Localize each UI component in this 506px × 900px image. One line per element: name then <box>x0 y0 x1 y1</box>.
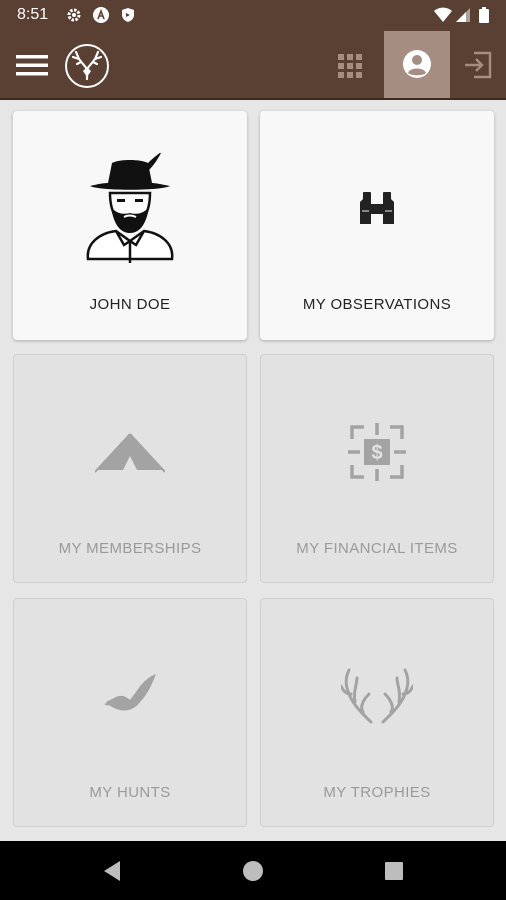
wifi-icon <box>434 7 452 22</box>
tile-john-doe[interactable]: JOHN DOE <box>13 111 247 340</box>
logout-icon[interactable] <box>462 49 494 81</box>
signal-icon <box>456 8 470 22</box>
tile-my-trophies[interactable]: MY TROPHIES <box>260 598 494 827</box>
apps-grid-icon[interactable] <box>335 51 365 81</box>
tent-icon <box>95 433 165 473</box>
binoculars-icon <box>360 192 394 224</box>
a-icon <box>93 7 109 23</box>
shield-icon <box>122 8 134 22</box>
app-bar-divider <box>0 98 506 100</box>
tile-label: MY MEMBERSHIPS <box>58 540 202 557</box>
tile-label: MY HUNTS <box>89 784 171 801</box>
tile-my-hunts[interactable]: MY HUNTS <box>13 598 247 827</box>
profile-tab[interactable] <box>384 31 450 99</box>
svg-text:$: $ <box>371 442 382 464</box>
tile-my-memberships[interactable]: MY MEMBERSHIPS <box>13 354 247 583</box>
back-icon[interactable] <box>100 859 124 883</box>
recents-icon[interactable] <box>382 859 406 883</box>
hunter-avatar-icon <box>86 153 174 263</box>
status-bar: 8:51 <box>0 0 506 31</box>
hamburger-menu-icon[interactable] <box>14 49 50 81</box>
deer-antler-logo-icon[interactable] <box>64 43 110 89</box>
tile-label: MY FINANCIAL ITEMS <box>296 540 458 557</box>
account-circle-icon <box>403 50 431 78</box>
status-time: 8:51 <box>17 6 49 23</box>
tile-label: JOHN DOE <box>89 296 171 313</box>
app-bar <box>0 31 506 99</box>
tile-label: MY TROPHIES <box>323 784 431 801</box>
tile-my-observations[interactable]: MY OBSERVATIONS <box>260 111 494 340</box>
duck-icon <box>104 674 156 711</box>
tile-my-financial-items[interactable]: $ MY FINANCIAL ITEMS <box>260 354 494 583</box>
settings-icon <box>67 8 81 22</box>
home-icon[interactable] <box>241 859 265 883</box>
system-nav-bar <box>0 841 506 900</box>
dollar-target-icon: $ <box>348 423 406 481</box>
antlers-icon <box>341 668 413 724</box>
tile-label: MY OBSERVATIONS <box>302 296 452 313</box>
battery-icon <box>479 7 489 23</box>
